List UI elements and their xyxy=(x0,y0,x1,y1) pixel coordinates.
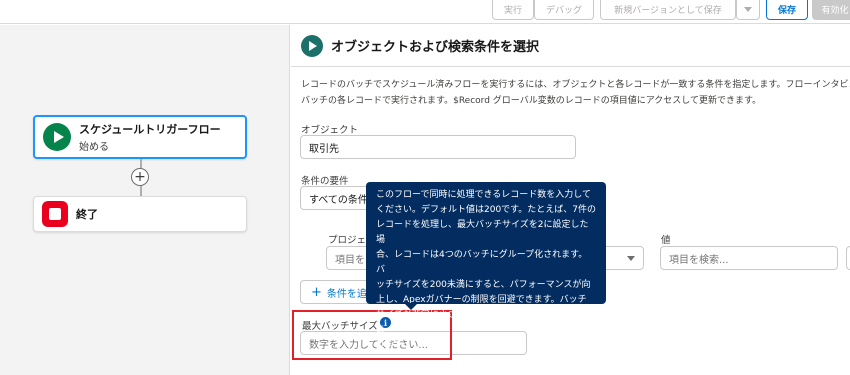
chevron-down-icon xyxy=(627,256,635,261)
toolbar: 実行 デバッグ 新規バージョンとして保存 保存 有効化 xyxy=(0,0,850,24)
save-button[interactable]: 保存 xyxy=(766,0,808,20)
panel-title: オブジェクトおよび検索条件を選択 xyxy=(331,40,540,55)
field-search-placeholder: 項目を xyxy=(335,254,365,266)
object-label: オブジェクト xyxy=(301,125,359,136)
panel-description: レコードのバッチでスケジュール済みフローを実行するには、オブジェクトと各レコード… xyxy=(301,77,850,109)
play-icon xyxy=(301,34,323,57)
run-button[interactable]: 実行 xyxy=(492,0,534,20)
start-node[interactable]: スケジュールトリガーフロー 始める xyxy=(33,115,247,159)
tooltip-line: ります。 xyxy=(376,340,412,350)
tooltip-line: サイズが非常に小さいと、処理時間が長くなる場合があ xyxy=(376,310,592,335)
play-icon xyxy=(43,123,71,151)
start-node-subtitle: 始める xyxy=(79,142,109,153)
description-line-1: レコードのバッチでスケジュール済みフローを実行するには、オブジェクトと各レコード… xyxy=(301,80,850,90)
value-search-input[interactable]: 項目を検索... xyxy=(660,246,838,270)
chevron-down-icon xyxy=(744,7,752,12)
plus-icon: + xyxy=(134,169,146,185)
tooltip-line: 合、レコードは4つのバッチにグループ化されます。バ xyxy=(376,250,588,275)
description-line-2: バッチの各レコードで実行されます。$Record グローバル変数のレコードの項目… xyxy=(301,96,762,106)
stop-icon xyxy=(42,201,68,227)
activate-button[interactable]: 有効化 xyxy=(812,0,850,20)
add-condition-label: 条件を追 xyxy=(326,288,367,300)
debug-button[interactable]: デバッグ xyxy=(534,0,594,20)
end-node[interactable]: 終了 xyxy=(33,196,247,232)
save-menu-button[interactable] xyxy=(736,0,760,20)
remove-condition-button[interactable] xyxy=(846,246,850,270)
plus-icon: + xyxy=(311,284,322,300)
tooltip-arrow xyxy=(404,303,418,310)
end-node-title: 終了 xyxy=(76,208,98,221)
start-node-title: スケジュールトリガーフロー xyxy=(79,123,221,136)
object-input[interactable]: 取引先 xyxy=(300,135,576,159)
save-new-version-button[interactable]: 新規バージョンとして保存 xyxy=(600,0,736,20)
condition-requirement-label: 条件の要件 xyxy=(301,176,349,187)
tooltip-line: ッチサイズを200未満にすると、パフォーマンスが向 xyxy=(376,280,591,290)
add-element-button[interactable]: + xyxy=(131,168,149,186)
help-tooltip: このフローで同時に処理できるレコード数を入力して ください。デフォルト値は200… xyxy=(366,182,606,350)
tooltip-line: このフローで同時に処理できるレコード数を入力して xyxy=(376,190,592,200)
panel-header: オブジェクトおよび検索条件を選択 xyxy=(291,25,850,67)
tooltip-line: ください。デフォルト値は200です。たとえば、7件の xyxy=(376,205,597,215)
tooltip-line: レコードを処理し、最大バッチサイズを2に設定した場 xyxy=(376,220,589,245)
value-column-label: 値 xyxy=(661,235,671,246)
